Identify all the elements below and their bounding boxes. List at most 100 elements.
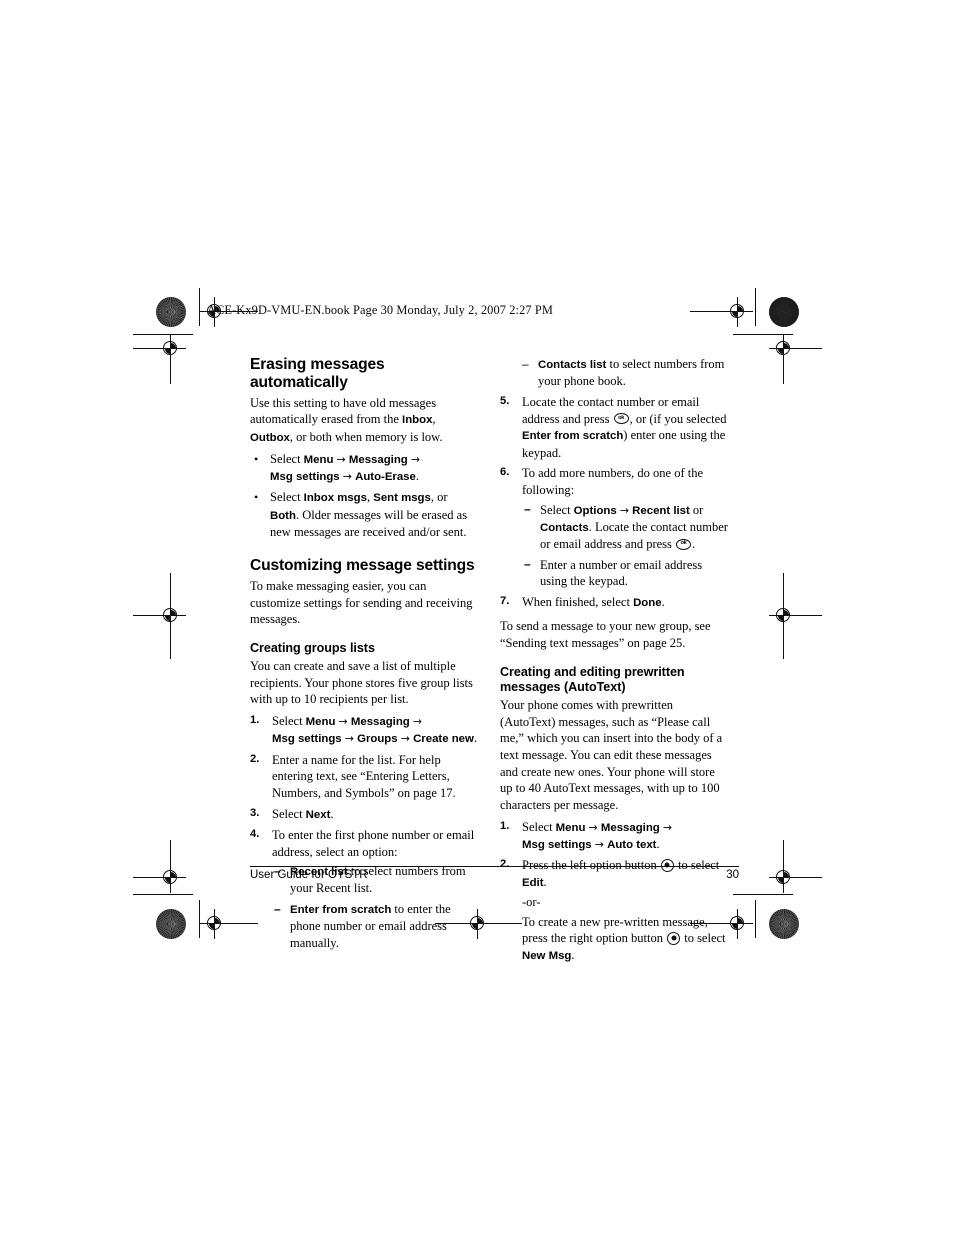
ui-term-groups: Groups — [357, 733, 398, 746]
ui-term-msg-settings: Msg settings — [270, 471, 340, 484]
list-item: 3. Select Next. — [250, 806, 478, 823]
ui-term-sent-msgs: Sent msgs — [373, 492, 431, 505]
crop-arm — [783, 629, 785, 659]
text-fragment: Select — [522, 819, 556, 834]
arrow-icon: → — [662, 820, 673, 834]
trim-line-bottom-left — [199, 900, 201, 938]
ok-key-icon — [613, 413, 629, 425]
arrow-icon: → — [410, 452, 421, 466]
heading-creating-editing-prewritten-messages: Creating and editing prewritten messages… — [500, 665, 728, 695]
list-item: • Select Inbox msgs, Sent msgs, or Both. … — [250, 489, 478, 540]
text-fragment: . Older messages will be erased as new m… — [270, 507, 468, 539]
page-footer: User Guide for OYSTR 30 — [250, 869, 739, 881]
erasing-bullet-list: • Select Menu → Messaging → Msg settings … — [250, 451, 478, 541]
crop-arm — [783, 840, 785, 864]
list-item: – Contacts list to select numbers from yo… — [500, 356, 728, 390]
step-number: 3. — [250, 806, 260, 819]
ui-term-inbox: Inbox — [402, 414, 433, 427]
list-item: – Enter a number or email address using t… — [522, 557, 728, 590]
text-fragment: When finished, select — [522, 595, 634, 610]
text-fragment: . — [661, 595, 665, 610]
arrow-icon: → — [588, 820, 598, 834]
text-fragment: To add more numbers, do one of the follo… — [522, 466, 704, 497]
footer-divider — [250, 866, 739, 868]
halftone-density-icon-top-right — [769, 297, 799, 327]
arrow-icon: → — [344, 732, 354, 746]
step-number: 5. — [500, 394, 510, 407]
printed-page-sheet: ACE-Kx9D-VMU-EN.book Page 30 Monday, Jul… — [0, 0, 954, 1235]
text-fragment: Enter a number or email address using th… — [540, 557, 703, 589]
text-fragment: , or — [430, 490, 448, 505]
paragraph-create-new-prewritten: To create a new pre-written message, pre… — [522, 914, 728, 965]
arrow-icon: → — [338, 715, 348, 729]
registration-target-icon-mid-left — [156, 601, 186, 631]
bullet-marker: • — [254, 451, 259, 466]
footer-guide-title: User Guide for OYSTR — [250, 869, 368, 881]
step-number: 2. — [250, 752, 260, 765]
crop-arm — [133, 348, 158, 350]
ui-term-menu: Menu — [305, 716, 336, 729]
heading-line-1: Creating and editing prewritten — [500, 664, 685, 679]
arrow-icon: → — [336, 452, 346, 466]
ui-term-recent-list: Recent list — [632, 504, 690, 517]
ui-term-next: Next — [305, 808, 331, 821]
text-fragment: , or both when memory is low. — [289, 429, 443, 444]
halftone-density-icon-bottom-right — [769, 909, 799, 939]
autotext-step-list: 1. Select Menu → Messaging → Msg settings… — [500, 819, 728, 965]
ui-term-done: Done — [633, 597, 662, 610]
option-button-icon-right — [667, 931, 681, 945]
ok-key-icon — [676, 538, 692, 550]
text-fragment: to select — [681, 931, 726, 946]
crop-arm — [797, 348, 822, 350]
text-fragment: . — [656, 836, 660, 851]
dash-marker: – — [274, 901, 281, 916]
crop-arm — [797, 615, 822, 617]
text-fragment: , — [432, 412, 436, 427]
registration-target-icon-mid-right — [769, 601, 799, 631]
paragraph-customizing-intro: To make messaging easier, you can custom… — [250, 578, 473, 627]
crop-arm — [690, 311, 725, 313]
text-fragment: or — [689, 502, 704, 517]
crop-arm — [797, 877, 822, 879]
ui-term-menu: Menu — [555, 821, 586, 834]
registration-target-icon-corner-top-left — [156, 334, 186, 364]
arrow-icon: → — [619, 503, 630, 517]
ui-term-messaging: Messaging — [350, 716, 410, 729]
trim-line-top-left — [199, 288, 201, 326]
crop-arm — [783, 362, 785, 384]
dash-marker: – — [524, 557, 531, 572]
crop-arm — [170, 573, 172, 603]
groups-step-list: 1. Select Menu → Messaging → Msg settings… — [250, 713, 478, 952]
heading-erasing-messages-automatically: Erasing messages automatically — [250, 356, 385, 392]
ui-term-msg-settings: Msg settings — [522, 838, 592, 851]
ui-term-messaging: Messaging — [600, 821, 660, 834]
text-fragment: Select — [272, 714, 306, 729]
ui-term-both: Both — [270, 509, 296, 522]
step-number: 1. — [250, 714, 260, 727]
trim-line-corner-top-left — [133, 334, 193, 336]
text-fragment: . — [415, 469, 419, 484]
text-fragment: Select — [270, 490, 304, 505]
crop-arm — [133, 615, 158, 617]
text-fragment: . — [473, 731, 477, 746]
step-number: 4. — [250, 827, 260, 840]
footer-page-number: 30 — [726, 869, 739, 881]
step-number: 6. — [500, 466, 510, 479]
ui-term-outbox: Outbox — [250, 431, 290, 444]
paragraph-groups-intro: You can create and save a list of multip… — [250, 659, 473, 707]
crop-arm — [170, 362, 172, 384]
list-item: – Select Options → Recent list or Contact… — [522, 502, 728, 553]
ui-term-options: Options — [573, 504, 617, 517]
registration-target-icon-top-right — [723, 297, 753, 327]
registration-target-icon-corner-bottom-left — [156, 863, 186, 893]
heading-customizing-message-settings: Customizing message settings — [250, 557, 475, 575]
trim-line-corner-top-right — [733, 334, 793, 336]
book-file-stamp: ACE-Kx9D-VMU-EN.book Page 30 Monday, Jul… — [207, 303, 553, 317]
list-item: 4. To enter the first phone number or ema… — [250, 827, 478, 952]
registration-target-icon-bottom-left — [200, 909, 230, 939]
ui-term-contacts: Contacts — [540, 521, 589, 534]
crop-arm — [170, 840, 172, 864]
ui-term-auto-text: Auto text — [607, 838, 657, 851]
list-item: 7. When finished, select Done. — [500, 594, 728, 611]
crop-arm — [783, 573, 785, 603]
